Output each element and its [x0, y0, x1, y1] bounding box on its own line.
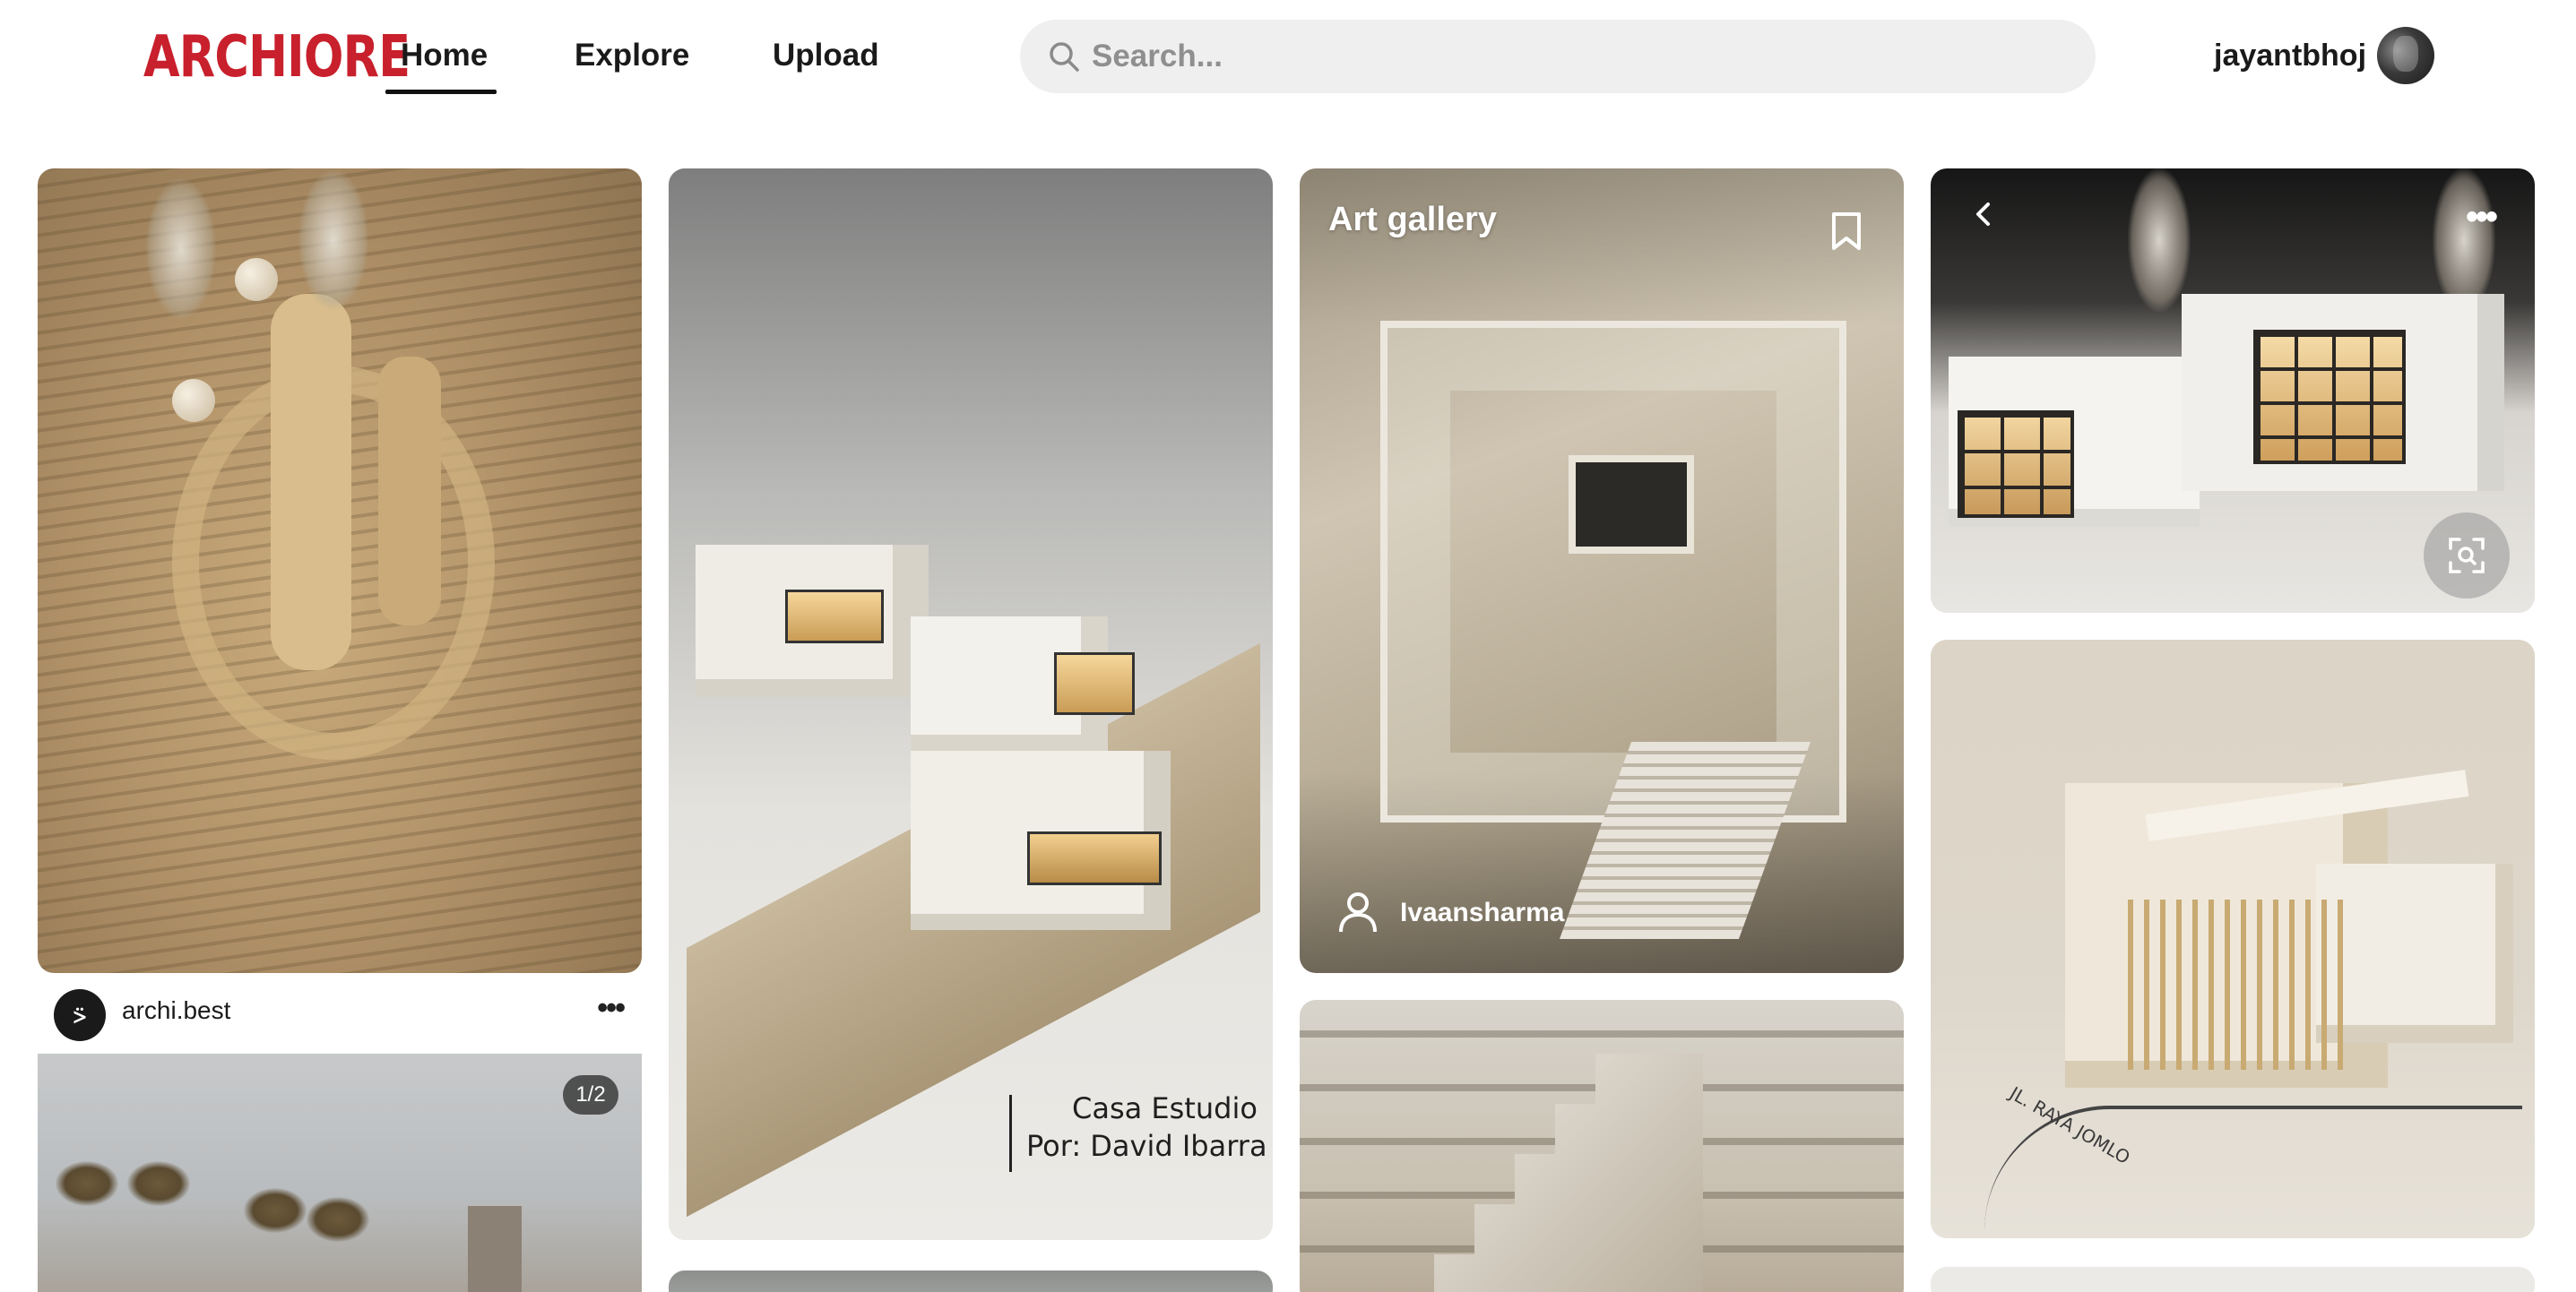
model-courtyard [1569, 455, 1694, 554]
bookmark-icon[interactable] [1830, 211, 1863, 251]
top-navigation-bar: ARCHIORE Home Explore Upload jayantbhoj [0, 0, 2576, 116]
more-icon[interactable]: ••• [2466, 197, 2498, 237]
model-shrub [244, 1188, 307, 1233]
model-stair [1434, 1054, 1703, 1292]
search-input[interactable] [1092, 20, 2060, 93]
model-shrub [56, 1161, 118, 1206]
pin-card-cardboard-stairs[interactable] [1300, 1000, 1904, 1292]
nav-upload-link[interactable]: Upload [773, 34, 879, 77]
model-tree [145, 177, 217, 321]
lit-window [785, 590, 884, 643]
pin-card-cardboard-topography[interactable] [38, 168, 642, 973]
post-header: ⍩ archi.best ••• [38, 980, 642, 1054]
pin-card-partial[interactable] [1931, 1267, 2535, 1292]
model-shrub [127, 1161, 190, 1206]
pin-card-model-corner[interactable]: JL. RAYA JOMLO [1931, 640, 2535, 1238]
model-volume [2316, 864, 2513, 1043]
search-icon [1050, 42, 1079, 72]
nav-home-link[interactable]: Home [401, 34, 488, 77]
user-icon [1339, 892, 1377, 933]
curved-wall [271, 294, 351, 670]
lit-window [1958, 410, 2074, 518]
pin-card-art-gallery[interactable]: Art gallery Ivaansharma [1300, 168, 1904, 973]
model-tree [2128, 168, 2191, 312]
lit-window [1027, 831, 1162, 885]
pin-card-partial[interactable] [669, 1270, 1273, 1292]
search-bar[interactable] [1020, 20, 2096, 93]
lit-window [2253, 330, 2406, 464]
model-tree [2433, 168, 2495, 312]
pin-author[interactable]: Ivaansharma [1400, 898, 1564, 928]
pin-card-clay-house[interactable]: 1/2 [38, 1054, 642, 1292]
account-name[interactable]: archi.best [122, 996, 230, 1025]
account-avatar[interactable]: ⍩ [54, 989, 106, 1041]
visual-search-icon [2449, 538, 2485, 573]
curved-wall [378, 357, 441, 625]
pin-card-lit-house[interactable]: ••• [1931, 168, 2535, 613]
more-icon[interactable]: ••• [597, 991, 626, 1026]
back-arrow-icon[interactable] [1970, 201, 1997, 228]
active-nav-indicator [385, 90, 497, 94]
user-avatar[interactable] [2377, 27, 2434, 84]
model-sphere [172, 379, 215, 422]
model-sphere [235, 258, 278, 301]
visual-search-button[interactable] [2424, 512, 2510, 599]
nav-explore-link[interactable]: Explore [575, 34, 689, 77]
model-slats [2128, 900, 2343, 1070]
username-label[interactable]: jayantbhoj [2214, 36, 2366, 75]
caption-title: Casa Estudio [1072, 1091, 1258, 1125]
image-counter-badge: 1/2 [563, 1075, 618, 1115]
pin-card-casa-estudio[interactable]: Casa Estudio Por: David Ibarra [669, 168, 1273, 1240]
model-shrub [307, 1197, 369, 1242]
caption-divider [1009, 1095, 1012, 1172]
lit-window [1054, 652, 1135, 715]
model-tree [298, 168, 369, 312]
caption-author: Por: David Ibarra [1026, 1129, 1267, 1163]
pin-title: Art gallery [1328, 201, 1497, 238]
model-chimney [468, 1206, 522, 1292]
archiore-logo[interactable]: ARCHIORE [143, 25, 411, 90]
